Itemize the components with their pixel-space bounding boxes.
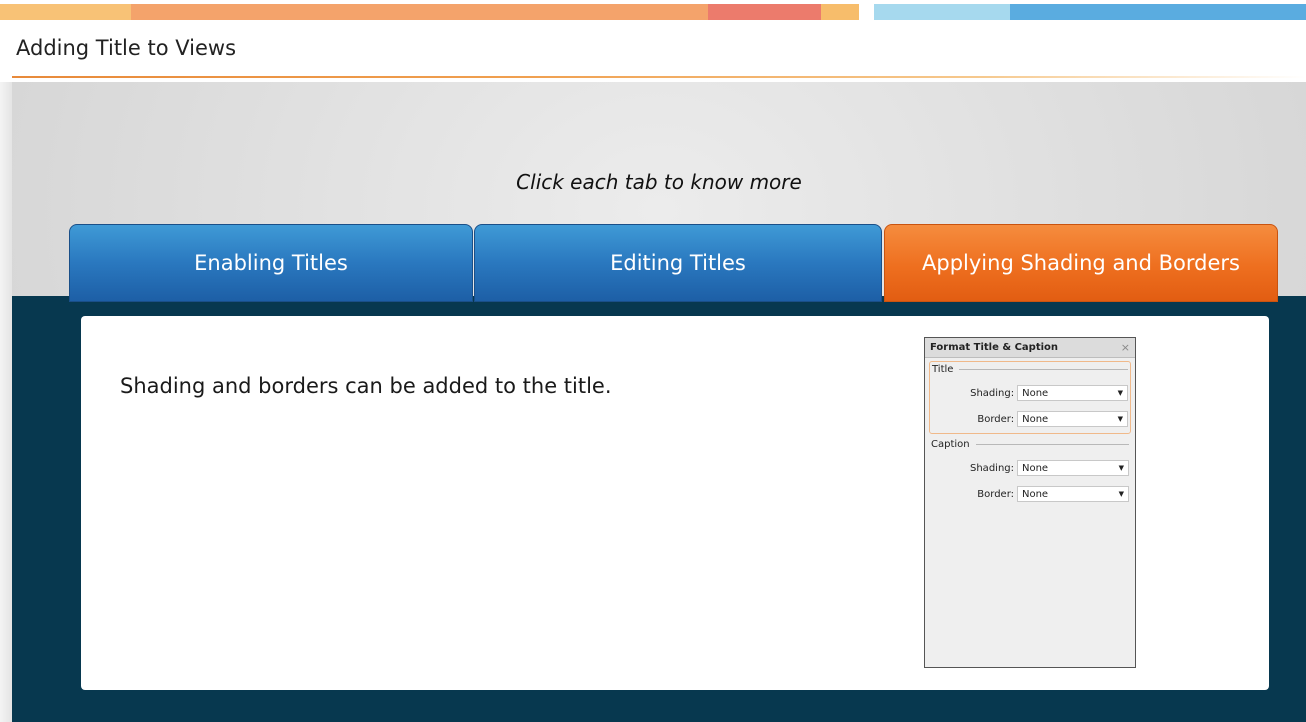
chevron-down-icon: ▼ xyxy=(1118,464,1124,472)
caption-shading-row: Shading: None ▼ xyxy=(931,460,1129,476)
title-shading-dropdown[interactable]: None ▼ xyxy=(1017,385,1128,401)
format-title-caption-dialog: Format Title & Caption × Title Shading: … xyxy=(924,337,1136,668)
header-divider xyxy=(12,76,1306,78)
caption-border-dropdown[interactable]: None ▼ xyxy=(1017,486,1129,502)
page-title: Adding Title to Views xyxy=(16,36,237,60)
chevron-down-icon: ▼ xyxy=(1117,415,1123,423)
dialog-title: Format Title & Caption xyxy=(930,342,1059,353)
content-panel: Shading and borders can be added to the … xyxy=(81,316,1269,690)
strip-segment-5 xyxy=(874,4,1010,20)
dropdown-value: None xyxy=(1022,413,1049,425)
title-group: Title Shading: None ▼ Border: None ▼ xyxy=(929,361,1131,434)
group-label-text: Caption xyxy=(931,439,970,450)
dropdown-value: None xyxy=(1022,462,1049,474)
group-label-title: Title xyxy=(932,364,1128,375)
slide-stage: Click each tab to know more Enabling Tit… xyxy=(12,82,1306,722)
strip-segment-4 xyxy=(821,4,859,20)
tab-label: Editing Titles xyxy=(610,251,746,275)
strip-segment-1 xyxy=(0,4,131,20)
tab-editing-titles[interactable]: Editing Titles xyxy=(474,224,882,302)
row-label: Shading: xyxy=(970,387,1015,399)
group-label-text: Title xyxy=(932,364,954,375)
caption-group: Caption Shading: None ▼ Border: None ▼ xyxy=(929,437,1131,508)
tab-enabling-titles[interactable]: Enabling Titles xyxy=(69,224,473,302)
chevron-down-icon: ▼ xyxy=(1118,490,1124,498)
dialog-header: Format Title & Caption × xyxy=(925,338,1135,358)
group-divider xyxy=(959,369,1128,370)
group-divider xyxy=(975,444,1129,445)
title-border-row: Border: None ▼ xyxy=(932,411,1128,427)
caption-border-row: Border: None ▼ xyxy=(931,486,1129,502)
row-label: Border: xyxy=(977,488,1014,500)
caption-shading-dropdown[interactable]: None ▼ xyxy=(1017,460,1129,476)
row-label: Border: xyxy=(977,413,1015,425)
tab-applying-shading-and-borders[interactable]: Applying Shading and Borders xyxy=(884,224,1278,302)
group-label-caption: Caption xyxy=(931,439,1129,450)
row-label: Shading: xyxy=(970,462,1014,474)
left-margin xyxy=(0,82,12,722)
color-strip xyxy=(0,0,1306,20)
title-border-dropdown[interactable]: None ▼ xyxy=(1017,411,1128,427)
tab-label: Applying Shading and Borders xyxy=(922,251,1240,275)
dropdown-value: None xyxy=(1022,387,1049,399)
close-icon[interactable]: × xyxy=(1121,341,1130,354)
strip-segment-3 xyxy=(708,4,821,20)
strip-segment-2 xyxy=(131,4,708,20)
dropdown-value: None xyxy=(1022,488,1049,500)
tab-label: Enabling Titles xyxy=(194,251,348,275)
title-shading-row: Shading: None ▼ xyxy=(932,385,1128,401)
chevron-down-icon: ▼ xyxy=(1117,389,1123,397)
content-description: Shading and borders can be added to the … xyxy=(120,374,612,398)
strip-segment-6 xyxy=(1010,4,1306,20)
instruction-text: Click each tab to know more xyxy=(516,170,802,194)
